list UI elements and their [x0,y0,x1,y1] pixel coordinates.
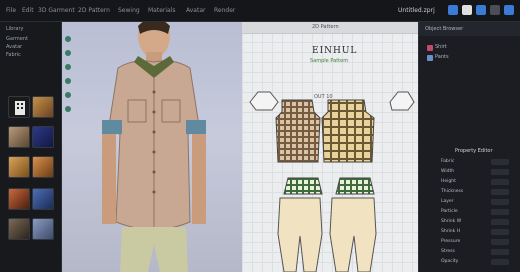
pattern-collar-right [389,91,415,111]
property-label: Height [441,179,456,184]
property-row[interactable]: Height [441,178,513,186]
thumbnail-building[interactable] [8,96,30,118]
layout-icon[interactable] [504,5,514,15]
property-label: Opacity [441,259,459,264]
property-label: Width [441,169,455,174]
thumbnail-fabric-blue[interactable] [32,188,54,210]
property-label: Pressure [441,239,461,244]
property-row[interactable]: Shrink H [441,228,513,236]
property-label: Thickness [441,189,464,194]
menu-2d-pattern[interactable]: 2D Pattern [78,4,110,18]
pattern-back-panel [321,99,375,163]
pattern-pants-front [277,197,323,272]
tree-row-pants[interactable]: Pants [425,54,515,62]
pattern-yoke-right [335,177,375,195]
thumbnail-fabric-tan[interactable] [8,126,30,148]
property-row[interactable]: Layer [441,198,513,206]
share-icon[interactable] [448,5,458,15]
menu-sewing[interactable]: Sewing [118,4,140,18]
property-label: Particle [441,209,458,214]
property-value[interactable] [491,239,509,245]
property-value[interactable] [491,189,509,195]
pattern-pants-back [329,197,377,272]
pattern-pieces [249,91,415,272]
property-value[interactable] [491,259,509,265]
menu-materials[interactable]: Materials [148,4,176,18]
property-value[interactable] [491,159,509,165]
window-title: Untitled.zprj [398,7,435,14]
property-value[interactable] [491,179,509,185]
library-sub-garment[interactable]: Garment [6,36,28,42]
library-title: Library [6,26,24,32]
menu-avatar[interactable]: Avatar [186,4,205,18]
pattern-collar-left [249,91,279,111]
property-row[interactable]: Width [441,168,513,176]
property-label: Shrink W [441,219,462,224]
app-window: File Edit 3D Garment 2D Pattern Sewing M… [0,0,520,272]
property-row[interactable]: Stress [441,248,513,256]
menu-bar: File Edit 3D Garment 2D Pattern Sewing M… [0,0,520,22]
object-browser-header: Object Browser [419,22,520,36]
property-value[interactable] [491,219,509,225]
property-value[interactable] [491,229,509,235]
object-browser-title: Object Browser [425,26,464,32]
tree-row-shirt-label: Shirt [435,44,447,50]
thumbnail-fabric-navy[interactable] [32,126,54,148]
property-value[interactable] [491,169,509,175]
thumbnail-fabric-orange[interactable] [32,156,54,178]
property-value[interactable] [491,249,509,255]
toolbar-icons [448,5,516,17]
object-browser-panel: Object Browser Shirt Pants Property Edit… [418,22,520,272]
building-icon [15,101,25,115]
property-row[interactable]: Fabric [441,158,513,166]
color-swatch-icon [427,55,433,61]
settings-icon[interactable] [490,5,500,15]
library-panel: Library Garment Avatar Fabric [0,22,62,272]
property-row[interactable]: Opacity [441,258,513,266]
menu-file[interactable]: File [6,4,16,18]
pattern-front-panel [275,99,321,163]
cloud-icon[interactable] [476,5,486,15]
property-row[interactable]: Particle [441,208,513,216]
thumbnail-fabric-dark[interactable] [8,218,30,240]
menu-3d-garment[interactable]: 3D Garment [38,4,75,18]
property-value[interactable] [491,209,509,215]
color-swatch-icon [427,45,433,51]
avatar-with-garment[interactable] [62,22,242,272]
property-editor-title: Property Editor [455,148,493,154]
property-label: Stress [441,249,455,254]
property-row[interactable]: Shrink W [441,218,513,226]
property-row[interactable]: Pressure [441,238,513,246]
property-label: Shrink H [441,229,461,234]
pattern-yoke-left [283,177,323,195]
library-sub-fabric[interactable]: Fabric [6,52,21,58]
user-icon[interactable] [462,5,472,15]
library-sub-avatar[interactable]: Avatar [6,44,22,50]
tree-row-pants-label: Pants [435,54,449,60]
2d-pattern-window[interactable]: 2D Pattern EINHUL Sample Pattern OUT 10 [242,22,418,272]
3d-viewport[interactable] [62,22,242,272]
property-label: Layer [441,199,454,204]
thumbnail-fabric-rust[interactable] [8,188,30,210]
tree-row-shirt[interactable]: Shirt [425,44,515,52]
property-row[interactable]: Thickness [441,188,513,196]
property-label: Fabric [441,159,455,164]
property-value[interactable] [491,199,509,205]
menu-render[interactable]: Render [214,4,235,18]
thumbnail-fabric-brown[interactable] [32,96,54,118]
thumbnail-fabric-steel[interactable] [32,218,54,240]
thumbnail-fabric-gold[interactable] [8,156,30,178]
menu-edit[interactable]: Edit [22,4,34,18]
